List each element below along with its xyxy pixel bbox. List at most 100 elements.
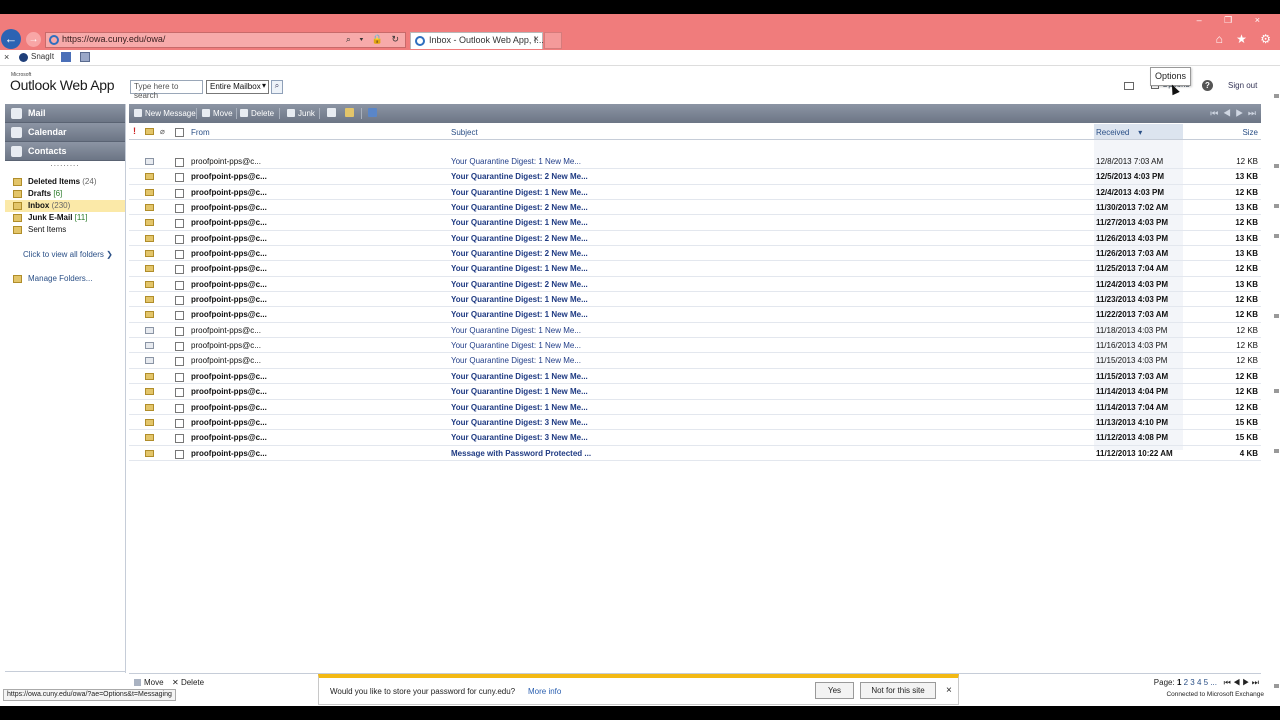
- message-subject: Your Quarantine Digest: 1 New Me...: [451, 371, 588, 381]
- search-input[interactable]: Type here to search: [130, 80, 203, 100]
- row-checkbox[interactable]: [175, 357, 184, 367]
- folder-drafts[interactable]: Drafts [6]: [5, 188, 125, 200]
- message-type-column-icon[interactable]: [145, 128, 154, 135]
- row-checkbox[interactable]: [175, 219, 184, 229]
- window-controls[interactable]: – ❐ ×: [1197, 15, 1270, 26]
- row-checkbox[interactable]: [175, 434, 184, 444]
- row-checkbox[interactable]: [175, 280, 184, 290]
- delete-button[interactable]: Delete: [240, 109, 274, 118]
- message-received: 11/12/2013 4:08 PM: [1096, 433, 1169, 443]
- received-column-header[interactable]: Received ▾: [1094, 124, 1183, 139]
- row-checkbox[interactable]: [175, 250, 184, 260]
- table-row[interactable]: proofpoint-pps@c... Your Quarantine Diges…: [129, 169, 1261, 185]
- snagit-close-icon[interactable]: ×: [4, 52, 9, 62]
- row-checkbox[interactable]: [175, 296, 184, 306]
- snagit-window-icon[interactable]: [80, 52, 90, 62]
- top-pager[interactable]: ⏮ ◀ ▶ ⏭: [1210, 108, 1257, 119]
- table-row[interactable]: proofpoint-pps@c... Your Quarantine Diges…: [129, 261, 1261, 277]
- snagit-label[interactable]: SnagIt: [31, 52, 54, 61]
- table-row[interactable]: proofpoint-pps@c... Message with Password…: [129, 446, 1261, 461]
- refresh-icon[interactable]: [368, 108, 377, 117]
- module-mail[interactable]: Mail: [5, 104, 125, 123]
- table-row[interactable]: proofpoint-pps@c... Your Quarantine Diges…: [129, 353, 1261, 369]
- view-all-folders-link[interactable]: Click to view all folders ❯: [5, 250, 125, 259]
- resize-grip[interactable]: .........: [5, 160, 125, 170]
- row-checkbox[interactable]: [175, 311, 184, 321]
- subject-column-header[interactable]: Subject: [451, 128, 478, 137]
- bottom-delete-button[interactable]: ✕ Delete: [172, 678, 204, 687]
- home-favorites-tools-icons[interactable]: ⌂ ★ ⚙: [1216, 32, 1276, 46]
- row-checkbox[interactable]: [175, 449, 184, 459]
- page-scrollbar[interactable]: [1272, 84, 1280, 704]
- yes-button[interactable]: Yes: [815, 682, 854, 699]
- row-checkbox[interactable]: [175, 418, 184, 428]
- attachment-column-icon[interactable]: ⌀: [160, 127, 165, 136]
- row-checkbox[interactable]: [175, 204, 184, 214]
- move-button[interactable]: Move: [202, 109, 233, 118]
- row-checkbox[interactable]: [175, 188, 184, 198]
- table-row[interactable]: proofpoint-pps@c... Your Quarantine Diges…: [129, 338, 1261, 354]
- new-message-button[interactable]: New Message: [134, 109, 196, 118]
- table-row[interactable]: proofpoint-pps@c... Your Quarantine Diges…: [129, 154, 1261, 170]
- table-row[interactable]: proofpoint-pps@c... Your Quarantine Diges…: [129, 307, 1261, 323]
- row-checkbox[interactable]: [175, 234, 184, 244]
- page-links[interactable]: 2 3 4 5 ...: [1184, 678, 1217, 687]
- junk-button[interactable]: Junk: [287, 109, 315, 118]
- table-row[interactable]: proofpoint-pps@c... Your Quarantine Diges…: [129, 246, 1261, 262]
- new-tab-button[interactable]: [544, 32, 562, 49]
- address-bar[interactable]: https://owa.cuny.edu/owa/ ⌕ ▾ 🔒 ↻: [45, 32, 406, 48]
- table-row[interactable]: proofpoint-pps@c... Your Quarantine Diges…: [129, 215, 1261, 231]
- ie-icon: [49, 35, 59, 45]
- folder-deleted-items[interactable]: Deleted Items (24): [5, 176, 125, 188]
- unread-envelope-icon: [145, 372, 154, 380]
- bottom-move-button[interactable]: Move: [134, 678, 164, 687]
- forward-button[interactable]: →: [26, 32, 41, 47]
- table-row[interactable]: proofpoint-pps@c... Your Quarantine Diges…: [129, 369, 1261, 385]
- importance-column-icon[interactable]: !: [133, 126, 136, 136]
- folder-sent-items[interactable]: Sent Items: [5, 224, 125, 236]
- row-checkbox[interactable]: [175, 158, 184, 167]
- row-checkbox[interactable]: [175, 403, 184, 413]
- table-row[interactable]: proofpoint-pps@c... Your Quarantine Diges…: [129, 430, 1261, 446]
- folder-inbox[interactable]: Inbox (230): [5, 200, 125, 212]
- table-row[interactable]: proofpoint-pps@c... Your Quarantine Diges…: [129, 292, 1261, 308]
- table-row[interactable]: proofpoint-pps@c... Your Quarantine Diges…: [129, 200, 1261, 216]
- mark-read-icon[interactable]: [345, 108, 354, 117]
- row-checkbox[interactable]: [175, 372, 184, 382]
- row-checkbox[interactable]: [175, 326, 184, 336]
- table-row[interactable]: proofpoint-pps@c... Your Quarantine Diges…: [129, 185, 1261, 201]
- more-info-link[interactable]: More info: [528, 687, 561, 696]
- row-checkbox[interactable]: [175, 173, 184, 183]
- tab-close-icon[interactable]: ×: [533, 34, 539, 45]
- search-icon[interactable]: ⌕: [271, 80, 283, 94]
- table-row[interactable]: proofpoint-pps@c... Your Quarantine Diges…: [129, 231, 1261, 247]
- row-checkbox[interactable]: [175, 388, 184, 398]
- module-calendar[interactable]: Calendar: [5, 123, 125, 142]
- folder-junk-email[interactable]: Junk E-Mail [11]: [5, 212, 125, 224]
- row-checkbox[interactable]: [175, 265, 184, 275]
- table-row[interactable]: proofpoint-pps@c... Your Quarantine Diges…: [129, 277, 1261, 293]
- help-icon[interactable]: ?: [1202, 80, 1213, 91]
- table-row[interactable]: proofpoint-pps@c... Your Quarantine Diges…: [129, 415, 1261, 431]
- search-scope-select[interactable]: Entire Mailbox ▾: [206, 80, 269, 94]
- address-book-icon[interactable]: [1124, 82, 1134, 90]
- table-row[interactable]: proofpoint-pps@c... Your Quarantine Diges…: [129, 400, 1261, 415]
- table-row[interactable]: proofpoint-pps@c... Your Quarantine Diges…: [129, 384, 1261, 400]
- module-contacts[interactable]: Contacts: [5, 142, 125, 161]
- browser-tab[interactable]: Inbox - Outlook Web App, I... ×: [410, 32, 544, 49]
- size-column-header[interactable]: Size: [1242, 128, 1258, 137]
- manage-folders-link[interactable]: Manage Folders...: [5, 273, 125, 285]
- from-column-header[interactable]: From: [191, 128, 210, 137]
- page-nav-buttons[interactable]: ⏮ ◀ ▶ ⏭: [1224, 678, 1259, 687]
- message-subject: Your Quarantine Digest: 1 New Me...: [451, 264, 588, 274]
- back-button[interactable]: ←: [1, 29, 21, 49]
- snagit-capture-icon[interactable]: [61, 52, 71, 62]
- row-checkbox[interactable]: [175, 342, 184, 352]
- sign-out-link[interactable]: Sign out: [1228, 81, 1257, 90]
- table-row[interactable]: proofpoint-pps@c... Your Quarantine Diges…: [129, 323, 1261, 339]
- address-tools[interactable]: ⌕ ▾ 🔒 ↻: [346, 34, 402, 45]
- not-for-this-site-button[interactable]: Not for this site: [860, 682, 936, 699]
- select-all-checkbox[interactable]: [175, 128, 184, 137]
- close-icon[interactable]: ×: [946, 685, 952, 696]
- reply-icon[interactable]: [327, 108, 336, 117]
